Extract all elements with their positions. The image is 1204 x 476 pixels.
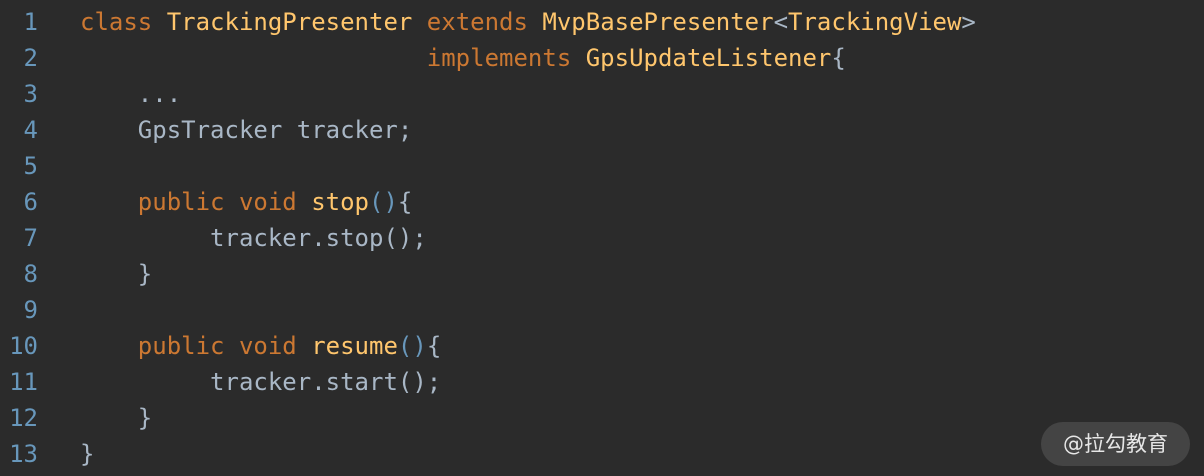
line-number: 10 xyxy=(9,332,38,360)
code-token: stop xyxy=(311,188,369,216)
line-number: 11 xyxy=(9,368,38,396)
line-number: 8 xyxy=(23,260,38,288)
code-token: extends xyxy=(426,8,543,36)
code-line: 3 ... xyxy=(0,76,1204,112)
code-text: class TrackingPresenter extends MvpBaseP… xyxy=(80,4,976,40)
code-line: 9 xyxy=(0,292,1204,328)
code-line: 7 tracker.stop(); xyxy=(0,220,1204,256)
code-token: > xyxy=(961,8,976,36)
line-number: 6 xyxy=(23,188,38,216)
code-token: { xyxy=(426,332,442,360)
code-text: tracker.start(); xyxy=(80,364,441,400)
line-number: 1 xyxy=(23,8,38,36)
line-number: 13 xyxy=(9,440,38,468)
code-token: public xyxy=(137,332,239,360)
code-token: GpsUpdateListener xyxy=(585,44,832,72)
code-token: implements xyxy=(426,44,586,72)
code-text: tracker.stop(); xyxy=(80,220,427,256)
code-editor: 1 class TrackingPresenter extends MvpBase… xyxy=(0,4,1204,476)
line-number: 4 xyxy=(23,116,38,144)
line-number: 3 xyxy=(23,80,38,108)
code-text: } xyxy=(80,436,94,472)
code-line: 10 public void resume(){ xyxy=(0,328,1204,364)
code-text: implements GpsUpdateListener{ xyxy=(80,40,846,76)
code-token: () xyxy=(397,332,427,360)
code-line: 11 tracker.start(); xyxy=(0,364,1204,400)
code-text: public void stop(){ xyxy=(80,184,413,220)
code-token: void xyxy=(238,332,312,360)
code-line: 4 GpsTracker tracker; xyxy=(0,112,1204,148)
code-line: 5 xyxy=(0,148,1204,184)
code-line: 6 public void stop(){ xyxy=(0,184,1204,220)
code-token: void xyxy=(238,188,312,216)
code-token: GpsTracker tracker; xyxy=(137,116,413,144)
code-token: public xyxy=(137,188,239,216)
line-number: 2 xyxy=(23,44,38,72)
code-text: ... xyxy=(80,76,181,112)
line-number: 7 xyxy=(23,224,38,252)
code-line: 1 class TrackingPresenter extends MvpBase… xyxy=(0,4,1204,40)
code-token: TrackingView xyxy=(788,8,962,36)
code-text: GpsTracker tracker; xyxy=(80,112,413,148)
code-line: 8 } xyxy=(0,256,1204,292)
code-token: { xyxy=(831,44,846,72)
code-text: } xyxy=(80,256,152,292)
watermark-badge: @拉勾教育 xyxy=(1041,422,1190,466)
code-token: < xyxy=(773,8,789,36)
code-token: } xyxy=(80,440,95,468)
code-line: 12 } xyxy=(0,400,1204,436)
code-token: MvpBasePresenter xyxy=(542,8,774,36)
code-text: public void resume(){ xyxy=(80,328,441,364)
code-token: tracker.stop(); xyxy=(210,224,427,252)
code-token: { xyxy=(397,188,413,216)
code-token: tracker.start(); xyxy=(210,368,442,396)
code-token: class xyxy=(80,8,167,36)
code-token: resume xyxy=(311,332,398,360)
line-number: 5 xyxy=(23,152,38,180)
code-line: 13} xyxy=(0,436,1204,472)
line-number: 12 xyxy=(9,404,38,432)
code-token: } xyxy=(137,404,153,432)
code-token: TrackingPresenter xyxy=(166,8,427,36)
code-token: } xyxy=(137,260,153,288)
code-line: 2 implements GpsUpdateListener{ xyxy=(0,40,1204,76)
code-token: ... xyxy=(137,80,182,108)
code-text: } xyxy=(80,400,152,436)
code-token: () xyxy=(369,188,398,216)
line-number: 9 xyxy=(23,296,38,324)
